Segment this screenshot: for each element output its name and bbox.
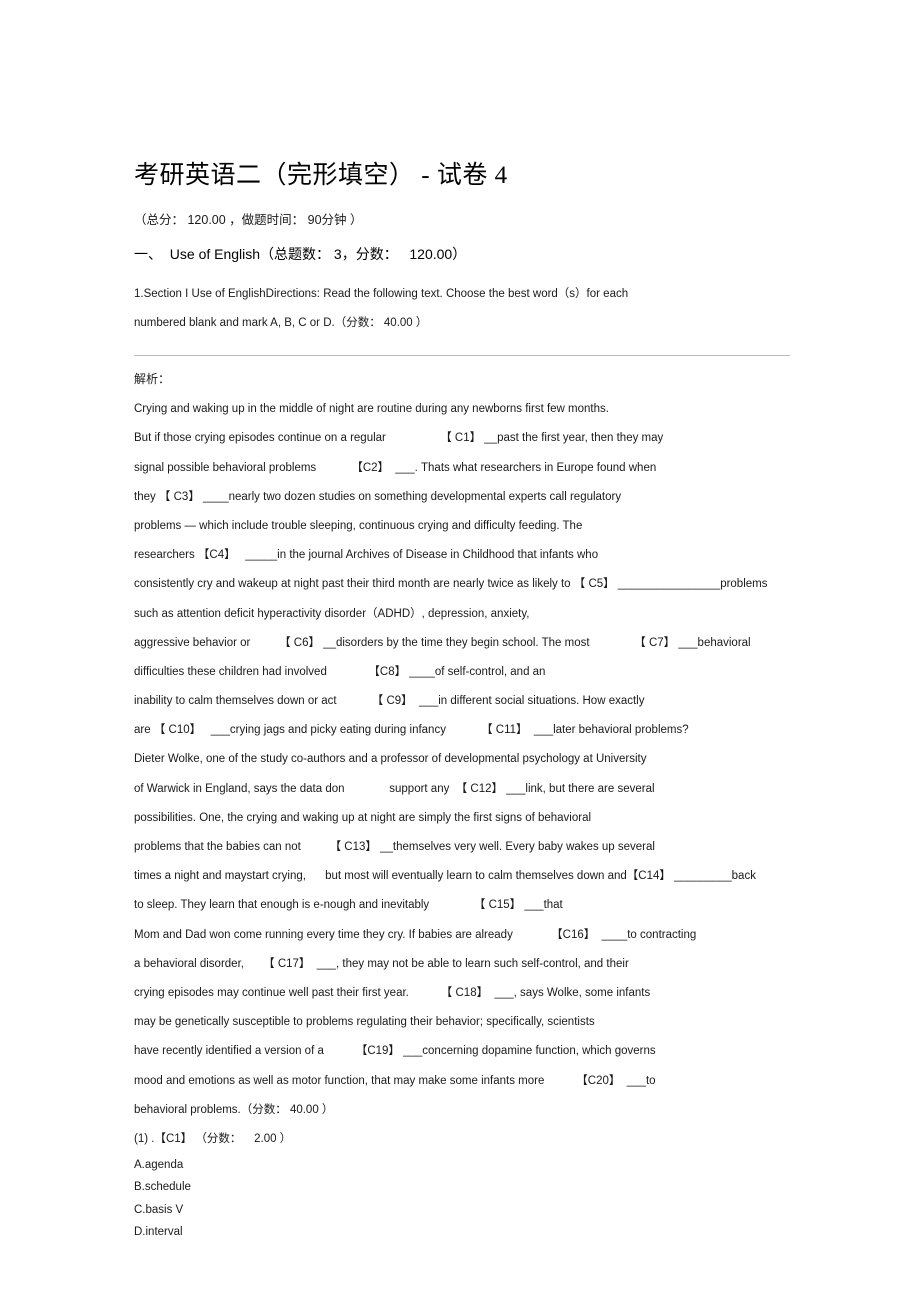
passage-line: difficulties these children had involved… [134, 665, 546, 678]
passage-line: But if those crying episodes continue on… [134, 432, 664, 445]
passage-line: problems — which include trouble sleepin… [134, 519, 583, 532]
answer-option-b[interactable]: B.schedule [134, 1176, 794, 1198]
answer-option-c[interactable]: C.basis V [134, 1199, 794, 1221]
passage-line: signal possible behavioral problems 【C2】… [134, 461, 657, 474]
directions-line-1: 1.Section I Use of EnglishDirections: Re… [134, 288, 629, 300]
answer-option-a[interactable]: A.agenda [134, 1154, 794, 1176]
document-content: 考研英语二（完形填空） - 试卷 4 （总分： 120.00 ，做题时间： 90… [134, 160, 794, 1244]
passage-line: Crying and waking up in the middle of ni… [134, 403, 609, 416]
passage-line: researchers 【C4】 _____in the journal Arc… [134, 549, 599, 562]
section-heading: 一、 Use of English（总题数： 3，分数： 120.00） [134, 246, 467, 262]
passage-line: behavioral problems.（分数： 40.00 ） [134, 1103, 334, 1116]
question-number-line: (1) .【C1】 （分数： 2.00 ） [134, 1132, 292, 1145]
passage-line: of Warwick in England, says the data don… [134, 782, 655, 795]
passage-line: crying episodes may continue well past t… [134, 986, 651, 999]
passage-line: may be genetically susceptible to proble… [134, 1016, 595, 1029]
passage-line: aggressive behavior or 【 C6】 __disorders… [134, 636, 751, 649]
passage-line: they 【 C3】 ____nearly two dozen studies … [134, 490, 622, 503]
answer-option-d[interactable]: D.interval [134, 1221, 794, 1243]
passage-line: Mom and Dad won come running every time … [134, 928, 697, 941]
passage-line: consistently cry and wakeup at night pas… [134, 578, 768, 591]
passage-line: such as attention deficit hyperactivity … [134, 607, 530, 620]
exam-meta-line: （总分： 120.00 ，做题时间： 90分钟 ） [134, 213, 363, 228]
passage-line: problems that the babies can not 【 C13】 … [134, 841, 655, 853]
analysis-label: 解析： [134, 372, 171, 386]
answer-options-list: A.agenda B.schedule C.basis V D.interval [134, 1154, 794, 1244]
passage-line: a behavioral disorder, 【 C17】 ___, they … [134, 957, 629, 970]
directions-line-2: numbered blank and mark A, B, C or D.（分数… [134, 317, 428, 329]
passage-line: inability to calm themselves down or act… [134, 695, 645, 708]
passage-line: are 【 C10】 ___crying jags and picky eati… [134, 724, 689, 737]
passage-line: have recently identified a version of a … [134, 1045, 656, 1058]
passage-line: to sleep. They learn that enough is e-no… [134, 899, 563, 912]
page-title: 考研英语二（完形填空） - 试卷 4 [134, 162, 508, 189]
passage-line: times a night and maystart crying, but m… [134, 870, 756, 883]
passage-body: Crying and waking up in the middle of ni… [134, 395, 814, 1125]
document-page: 考研英语二（完形填空） - 试卷 4 （总分： 120.00 ，做题时间： 90… [0, 0, 920, 1303]
passage-line: mood and emotions as well as motor funct… [134, 1074, 656, 1087]
passage-line: possibilities. One, the crying and wakin… [134, 811, 592, 824]
passage-line: Dieter Wolke, one of the study co-author… [134, 753, 647, 766]
section-divider [134, 355, 790, 356]
